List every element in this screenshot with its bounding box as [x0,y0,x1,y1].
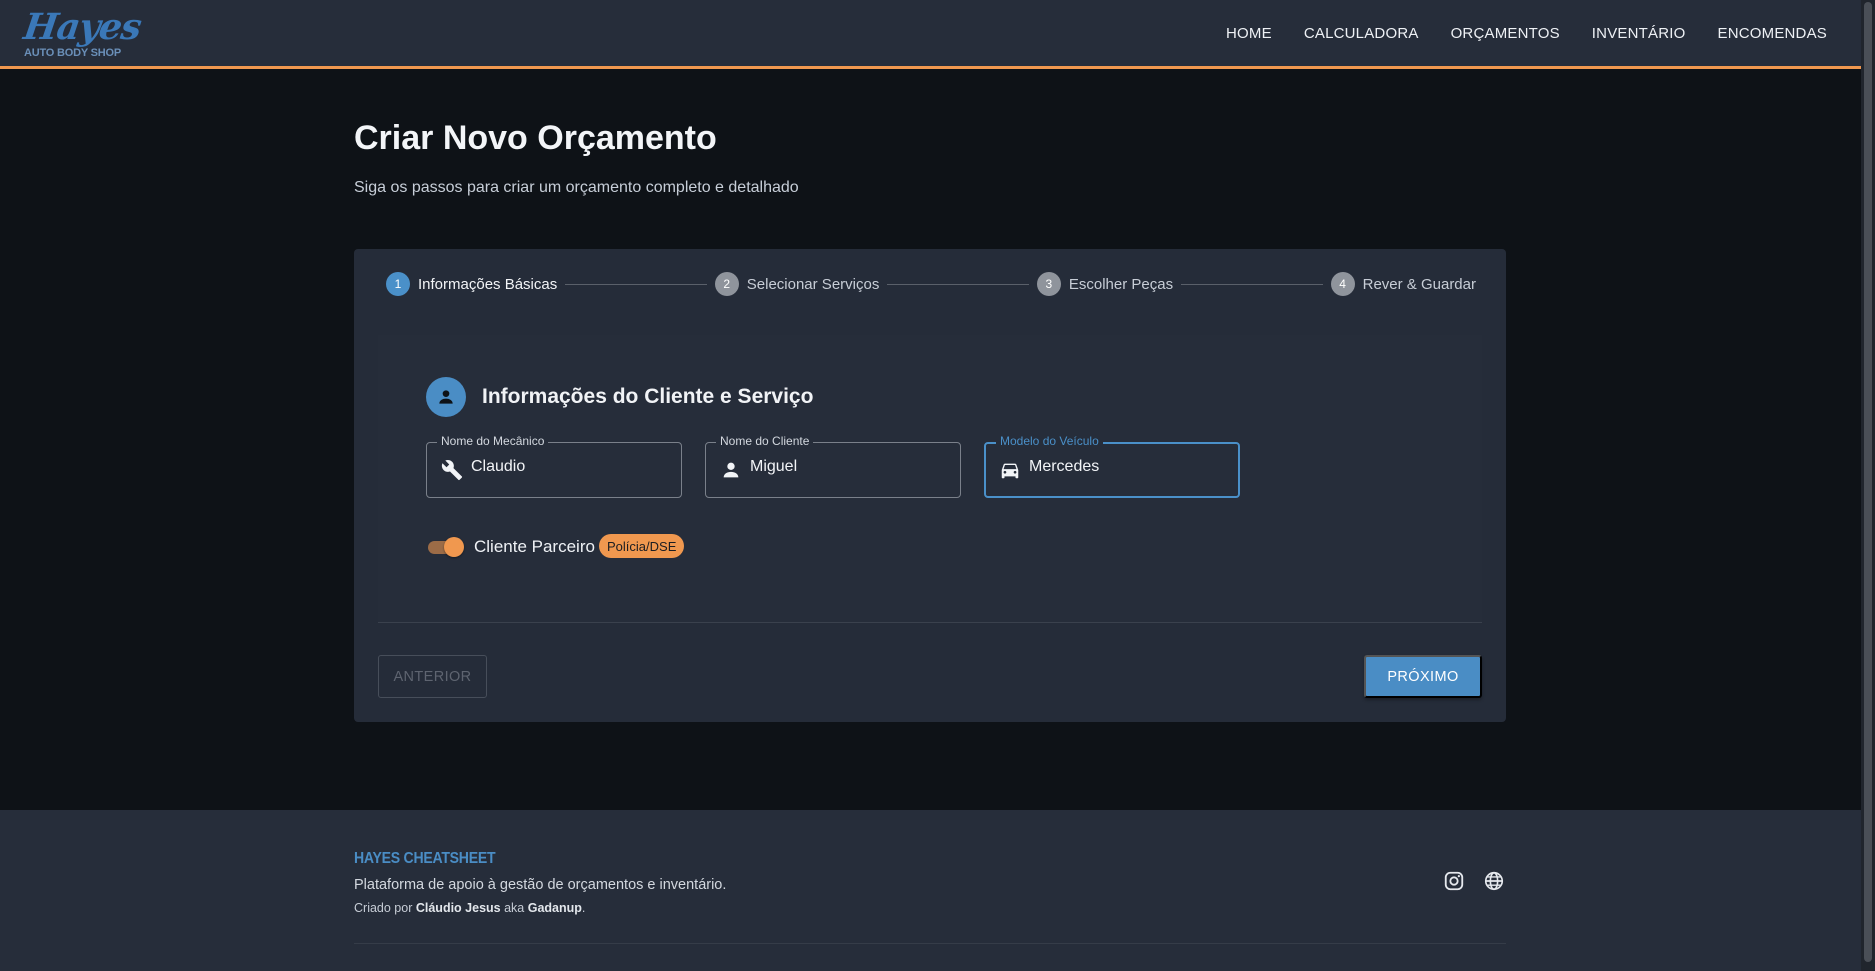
logo[interactable]: Hayes AUTO BODY SHOP [21,6,143,62]
step-1[interactable]: 1 Informações Básicas [386,272,557,296]
partner-client-toggle[interactable] [426,536,464,558]
nav-calculadora[interactable]: CALCULADORA [1304,25,1419,42]
quote-wizard-card: 1 Informações Básicas 2 Selecionar Servi… [354,249,1506,722]
logo-script: Hayes [21,6,144,48]
step-2[interactable]: 2 Selecionar Serviços [714,272,880,296]
step-connector [565,283,707,285]
person-icon [426,377,466,417]
step-connector [1181,283,1323,285]
step-3-number: 3 [1036,272,1061,296]
scrollbar-thumb[interactable] [1864,2,1872,962]
top-navbar: Hayes AUTO BODY SHOP HOME CALCULADORA OR… [0,0,1861,69]
nav-encomendas[interactable]: ENCOMENDAS [1717,25,1827,42]
client-name-field[interactable]: Nome do Cliente [705,434,961,498]
nav-home[interactable]: HOME [1226,25,1272,42]
credit-alias: Gadanup [527,901,582,915]
client-info-panel: Informações do Cliente e Serviço Nome do… [378,335,1482,623]
page-subtitle: Siga os passos para criar um orçamento c… [354,179,799,196]
person-icon [720,459,742,481]
partner-badge: Polícia/DSE [599,534,685,558]
vehicle-model-input[interactable] [1029,458,1229,476]
step-1-label: Informações Básicas [418,275,558,293]
logo-subtitle: AUTO BODY SHOP [24,47,122,59]
vehicle-model-field[interactable]: Modelo do Veículo [984,434,1240,498]
globe-icon[interactable] [1483,870,1505,892]
mechanic-name-field[interactable]: Nome do Mecânico [426,434,682,498]
step-4-number: 4 [1330,272,1355,296]
credit-author: Cláudio Jesus [415,901,501,915]
section-title: Informações do Cliente e Serviço [482,385,814,408]
step-1-number: 1 [386,272,410,296]
footer: HAYES CHEATSHEET Plataforma de apoio à g… [0,810,1861,971]
credit-prefix: Criado por [354,901,413,915]
previous-button[interactable]: ANTERIOR [378,655,487,698]
step-4-label: Rever & Guardar [1362,275,1476,293]
footer-credit: Criado por Cláudio Jesus aka Gadanup. [354,901,585,915]
page-title: Criar Novo Orçamento [354,119,717,157]
main-nav: HOME CALCULADORA ORÇAMENTOS INVENTÁRIO E… [1194,0,1827,67]
next-button[interactable]: PRÓXIMO [1364,655,1482,698]
scrollbar[interactable] [1861,0,1875,971]
nav-orcamentos[interactable]: ORÇAMENTOS [1451,25,1560,42]
step-2-label: Selecionar Serviços [746,275,880,293]
wrench-icon [441,459,463,481]
mechanic-name-label: Nome do Mecânico [437,434,549,448]
partner-client-label: Cliente Parceiro [474,537,595,556]
mechanic-name-input[interactable] [471,458,671,476]
client-name-label: Nome do Cliente [716,434,814,448]
toggle-knob [444,537,464,557]
client-name-input[interactable] [750,458,950,476]
instagram-icon[interactable] [1443,870,1465,892]
step-3-label: Escolher Peças [1068,275,1174,293]
step-4[interactable]: 4 Rever & Guardar [1330,272,1476,296]
footer-divider [354,943,1506,944]
vehicle-model-label: Modelo do Veículo [996,434,1103,448]
footer-brand: HAYES CHEATSHEET [354,850,496,867]
credit-suffix: . [581,901,586,915]
stepper: 1 Informações Básicas 2 Selecionar Servi… [386,272,1476,296]
car-icon [999,459,1021,481]
step-connector [887,283,1029,285]
step-2-number: 2 [714,272,739,296]
nav-inventario[interactable]: INVENTÁRIO [1592,25,1686,42]
footer-description: Plataforma de apoio à gestão de orçament… [354,877,727,893]
credit-aka: aka [504,901,525,915]
step-3[interactable]: 3 Escolher Peças [1036,272,1174,296]
